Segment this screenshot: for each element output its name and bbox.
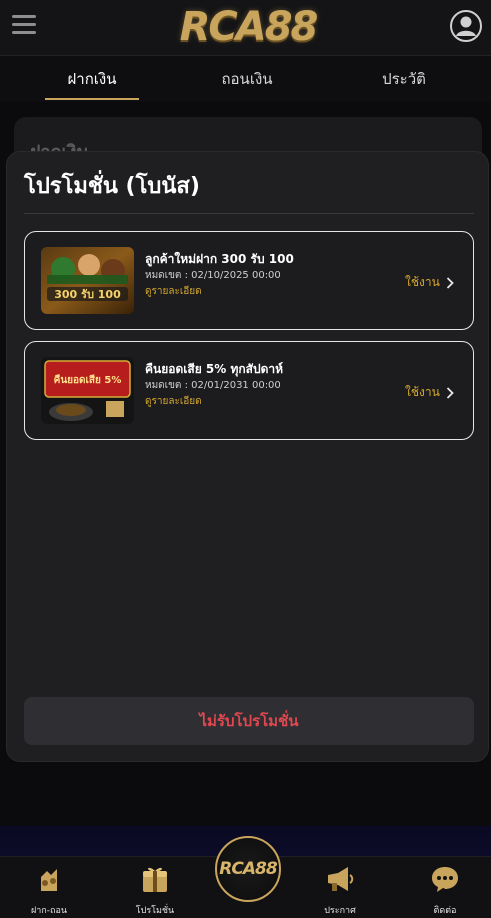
nav-label: ติดต่อ — [433, 906, 457, 916]
nav-label: ฝาก-ถอน — [30, 906, 68, 916]
active-tab-indicator — [45, 98, 139, 100]
use-promotion-button[interactable]: ใช้งาน — [405, 273, 454, 292]
use-promotion-label: ใช้งาน — [405, 275, 440, 289]
promotion-title: ลูกค้าใหม่ฝาก 300 รับ 100 — [145, 252, 294, 266]
chat-icon — [432, 867, 458, 892]
promotion-thumbnail: คืนยอดเสีย 5% — [41, 357, 134, 424]
use-promotion-label: ใช้งาน — [405, 385, 440, 399]
promotion-thumbnail: 300 รับ 100 — [41, 247, 134, 314]
nav-deposit-withdraw[interactable]: ฝาก-ถอน — [19, 857, 79, 918]
center-home-logo[interactable]: RCA88 — [215, 836, 281, 902]
thumb-text-1: 300 รับ 100 — [54, 288, 121, 301]
tab-deposit[interactable]: ฝากเงิน — [45, 56, 139, 102]
modal-divider — [24, 213, 474, 214]
promotion-modal: โปรโมชั่น (โบนัส) 300 รับ 100 ลูกค้าใหม่… — [6, 151, 489, 762]
nav-announcement[interactable]: ประกาศ — [310, 857, 370, 918]
decline-promotion-button[interactable]: ไม่รับโปรโมชั่น — [24, 697, 474, 745]
nav-label: ประกาศ — [324, 906, 356, 916]
modal-title: โปรโมชั่น (โบนัส) — [24, 174, 200, 199]
chevron-right-icon — [446, 276, 454, 289]
promotion-icon — [143, 867, 167, 892]
thumb-text-2: คืนยอดเสีย 5% — [54, 374, 122, 386]
promotion-expiry: หมดเขต : 02/10/2025 00:00 — [145, 270, 281, 281]
chevron-right-icon — [446, 386, 454, 399]
tab-history[interactable]: ประวัติ — [357, 56, 451, 102]
nav-promotion[interactable]: โปรโมชั่น — [125, 857, 185, 918]
promotion-expiry: หมดเขต : 02/01/2031 00:00 — [145, 380, 281, 391]
brand-logo[interactable]: RCA88 — [176, 2, 320, 52]
wallet-tabs: ฝากเงิน ถอนเงิน ประวัติ — [0, 56, 491, 102]
view-details-link[interactable]: ดูรายละเอียด — [145, 394, 202, 409]
tab-withdraw[interactable]: ถอนเงิน — [200, 56, 294, 102]
deposit-withdraw-icon — [41, 869, 57, 891]
user-circle-icon[interactable] — [449, 9, 483, 43]
use-promotion-button[interactable]: ใช้งาน — [405, 383, 454, 402]
nav-label: โปรโมชั่น — [135, 906, 175, 916]
promotion-card[interactable]: 300 รับ 100 ลูกค้าใหม่ฝาก 300 รับ 100 หม… — [24, 231, 474, 330]
view-details-link[interactable]: ดูรายละเอียด — [145, 284, 202, 299]
hamburger-icon[interactable] — [12, 15, 36, 35]
promotion-card[interactable]: คืนยอดเสีย 5% คืนยอดเสีย 5% ทุกสัปดาห์ ห… — [24, 341, 474, 440]
announcement-icon — [328, 867, 354, 891]
promotion-title: คืนยอดเสีย 5% ทุกสัปดาห์ — [145, 362, 284, 376]
nav-contact[interactable]: ติดต่อ — [415, 857, 475, 918]
app-header: RCA88 — [0, 0, 491, 56]
